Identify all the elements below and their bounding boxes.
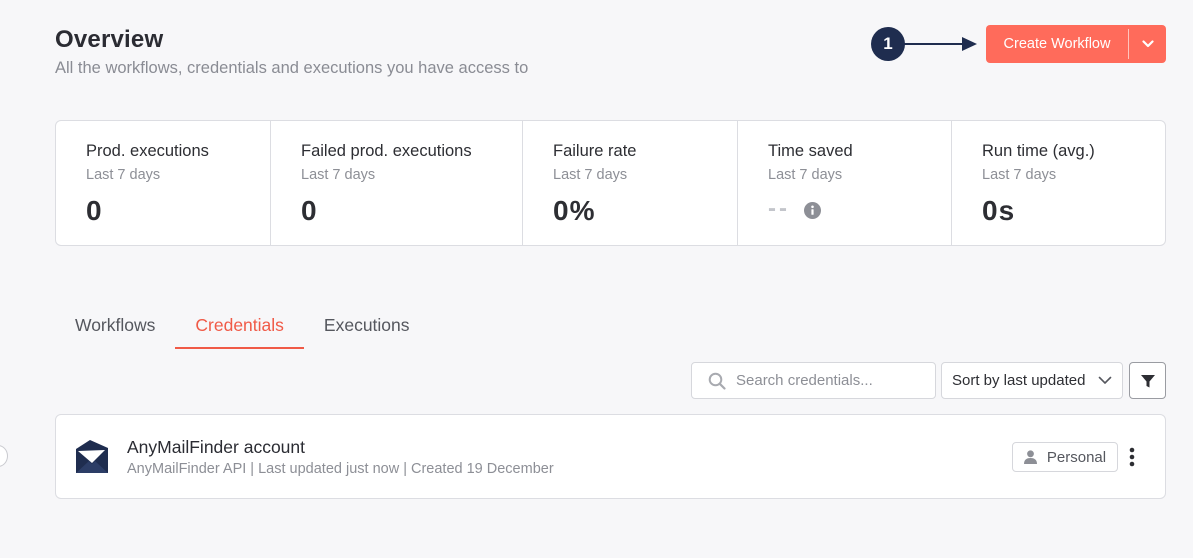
- create-workflow-dropdown-button[interactable]: [1129, 25, 1166, 63]
- stat-value: --: [768, 195, 790, 222]
- credential-meta: AnyMailFinder API | Last updated just no…: [127, 461, 554, 477]
- stat-failed-prod-executions[interactable]: Failed prod. executions Last 7 days 0: [271, 121, 523, 245]
- stats-panel: Prod. executions Last 7 days 0 Failed pr…: [55, 120, 1166, 246]
- stat-value: 0%: [553, 195, 596, 226]
- stat-period: Last 7 days: [768, 167, 843, 183]
- edge-handle[interactable]: [0, 445, 8, 467]
- stat-label: Run time (avg.): [982, 142, 1095, 160]
- create-workflow-button[interactable]: Create Workflow: [986, 25, 1128, 63]
- user-icon: [1023, 450, 1037, 464]
- owner-badge: Personal: [1012, 442, 1118, 472]
- stat-period: Last 7 days: [553, 167, 628, 183]
- stat-failure-rate[interactable]: Failure rate Last 7 days 0%: [523, 121, 738, 245]
- stat-label: Failed prod. executions: [301, 142, 472, 160]
- step-badge: 1: [871, 27, 905, 61]
- stat-label: Time saved: [768, 142, 853, 160]
- envelope-icon: [76, 440, 108, 473]
- stat-value: 0: [301, 195, 318, 226]
- chevron-down-icon: [1141, 40, 1154, 48]
- search-input[interactable]: [736, 372, 926, 389]
- sort-select[interactable]: Sort by last updated: [941, 362, 1123, 399]
- filter-icon: [1140, 374, 1155, 387]
- info-icon[interactable]: [803, 201, 821, 219]
- page-subtitle: All the workflows, credentials and execu…: [55, 59, 529, 77]
- page-title: Overview: [55, 26, 164, 53]
- stat-period: Last 7 days: [982, 167, 1057, 183]
- page-header: Overview All the workflows, credentials …: [55, 26, 528, 78]
- arrow-right-icon: [904, 37, 977, 51]
- credential-menu-button[interactable]: [1122, 444, 1142, 470]
- stat-value: 0: [86, 195, 103, 226]
- stat-label: Failure rate: [553, 142, 637, 160]
- tab-credentials[interactable]: Credentials: [175, 305, 304, 349]
- credential-card[interactable]: AnyMailFinder account AnyMailFinder API …: [55, 414, 1166, 499]
- stat-prod-executions[interactable]: Prod. executions Last 7 days 0: [56, 121, 271, 245]
- filter-button[interactable]: [1129, 362, 1166, 399]
- create-workflow-group: Create Workflow: [986, 25, 1166, 63]
- tab-workflows[interactable]: Workflows: [55, 305, 175, 349]
- sort-select-value: Sort by last updated: [952, 372, 1086, 389]
- owner-label: Personal: [1046, 448, 1107, 466]
- stat-label: Prod. executions: [86, 142, 209, 160]
- stat-time-saved[interactable]: Time saved Last 7 days --: [738, 121, 952, 245]
- more-vertical-icon: [1129, 447, 1135, 467]
- tab-bar: Workflows Credentials Executions: [55, 305, 430, 349]
- chevron-down-icon: [1098, 376, 1112, 384]
- search-icon: [708, 372, 726, 390]
- stat-value-row: --: [768, 195, 951, 223]
- search-box: [691, 362, 936, 399]
- credential-name[interactable]: AnyMailFinder account: [127, 437, 305, 458]
- stat-period: Last 7 days: [301, 167, 376, 183]
- stat-run-time[interactable]: Run time (avg.) Last 7 days 0s: [952, 121, 1165, 245]
- stat-period: Last 7 days: [86, 167, 161, 183]
- stat-value: 0s: [982, 195, 1016, 226]
- tab-executions[interactable]: Executions: [304, 305, 430, 349]
